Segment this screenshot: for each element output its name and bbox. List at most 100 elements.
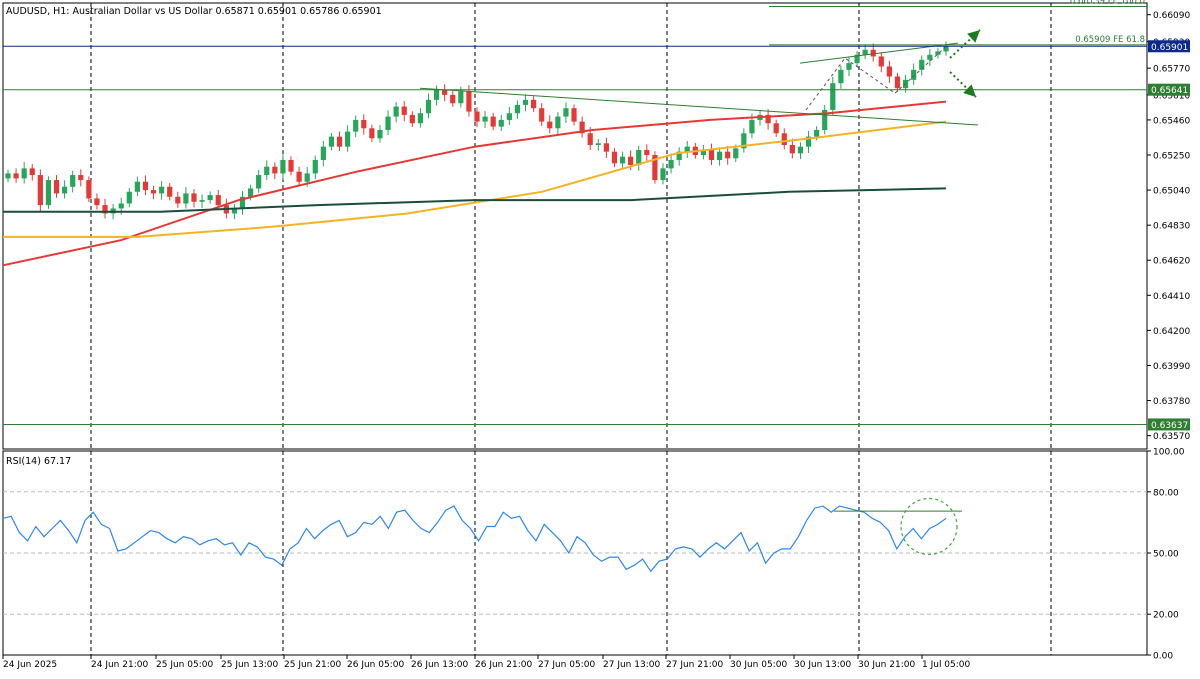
candle-body (5, 173, 11, 179)
candle-body (522, 99, 529, 105)
x-tick-label: 25 Jun 21:00 (284, 660, 341, 670)
candle-body (490, 116, 496, 127)
x-tick-label: 26 Jun 13:00 (411, 660, 468, 670)
candle-body (361, 119, 367, 129)
y-tick-label: 0.64200 (1153, 327, 1190, 337)
y-tick-label: 0.63780 (1153, 397, 1190, 407)
candle-body (167, 186, 173, 197)
candle (86, 176, 92, 203)
rsi-tick-label: 20.00 (1153, 611, 1179, 621)
candle-body (450, 94, 456, 104)
candle-body (345, 131, 351, 147)
candle-body (296, 171, 302, 182)
candle-body (668, 160, 674, 169)
y-tick-label: 0.64830 (1153, 222, 1190, 232)
candle-body (611, 151, 618, 164)
x-tick-label: 1 Jul 05:00 (922, 660, 971, 670)
candle-body (175, 196, 181, 204)
candle-body (183, 193, 189, 204)
candle-body (70, 175, 76, 187)
y-tick-label: 0.65250 (1153, 152, 1190, 162)
candle-body (911, 69, 917, 80)
candle-body (571, 108, 577, 122)
candle-body (644, 149, 650, 156)
candle-body (45, 180, 52, 206)
candle-body (708, 149, 715, 161)
candle-body (336, 136, 343, 147)
candle-body (191, 193, 197, 202)
candle (45, 176, 52, 209)
candle-body (280, 160, 286, 174)
candle-body (94, 198, 100, 206)
candle-body (13, 173, 19, 179)
candle-body (377, 129, 383, 139)
current-price-tag-label: 0.65901 (1151, 43, 1188, 53)
candle-body (547, 121, 553, 129)
rsi-tick-label: 50.00 (1153, 550, 1179, 560)
candle-body (482, 116, 488, 122)
x-tick-label: 24 Jun 21:00 (91, 660, 148, 670)
y-tick-label: 0.65770 (1153, 65, 1190, 75)
candle-body (595, 143, 601, 145)
y-tick-label: 0.64620 (1153, 257, 1190, 267)
candle-body (126, 191, 132, 204)
candle-body (62, 186, 68, 194)
candle-body (425, 99, 432, 114)
fibo-label: 0.66139 FE 100.0 (1070, 0, 1145, 7)
candle-body (53, 180, 60, 194)
candle-body (830, 83, 836, 110)
x-tick-label: 26 Jun 21:00 (475, 660, 532, 670)
y-tick-label: 0.65460 (1153, 116, 1190, 126)
y-tick-label: 0.63990 (1153, 362, 1190, 372)
x-tick-label: 25 Jun 05:00 (156, 660, 213, 670)
candle-body (433, 89, 440, 100)
candle-body (773, 123, 779, 134)
candle-body (628, 156, 634, 166)
candle-body (733, 148, 739, 159)
y-tick-label: 0.65040 (1153, 187, 1190, 197)
candle-body (118, 203, 124, 209)
rsi-tick-label: 80.00 (1153, 488, 1179, 498)
x-tick-label: 24 Jun 2025 (3, 660, 57, 670)
candle-body (369, 128, 375, 139)
candle-body (417, 113, 423, 124)
candle-body (304, 173, 310, 182)
x-tick-label: 30 Jun 21:00 (858, 660, 915, 670)
chart-title: AUDUSD, H1: Australian Dollar vs US Doll… (6, 6, 382, 17)
candle-body (150, 190, 157, 194)
candle-body (943, 46, 949, 52)
candle-body (393, 106, 399, 117)
x-tick-label: 26 Jun 05:00 (347, 660, 404, 670)
candle-body (886, 66, 892, 77)
candle-body (563, 108, 569, 117)
candle-body (134, 181, 140, 192)
candle-body (789, 144, 795, 154)
candle-body (862, 49, 868, 55)
candle-body (328, 136, 335, 147)
candle-body (442, 89, 448, 95)
candle-body (385, 116, 391, 130)
candle-body (409, 114, 415, 124)
x-tick-label: 25 Jun 13:00 (221, 660, 278, 670)
candle-body (199, 200, 205, 202)
candle-body (878, 56, 884, 67)
candle-body (159, 186, 165, 194)
chart-svg: 0.660900.659300.657700.656100.654600.652… (2, 0, 1190, 670)
y-tick-label: 0.66090 (1153, 11, 1190, 21)
candle-body (716, 151, 723, 161)
main-pane (2, 2, 1148, 450)
candle-body (660, 168, 666, 181)
support-tag-label: 0.63637 (1151, 421, 1188, 431)
candle-body (207, 195, 213, 201)
trading-chart[interactable]: 0.660900.659300.657700.656100.654600.652… (0, 0, 1200, 675)
candle-body (29, 168, 35, 176)
candle-body (288, 160, 294, 172)
candle-body (814, 129, 820, 137)
candle-body (474, 111, 480, 122)
candle-body (247, 188, 254, 197)
candle-body (555, 116, 561, 129)
candle-body (514, 104, 521, 114)
candle-body (86, 180, 92, 199)
candle-body (37, 175, 43, 206)
candle-body (531, 99, 537, 109)
